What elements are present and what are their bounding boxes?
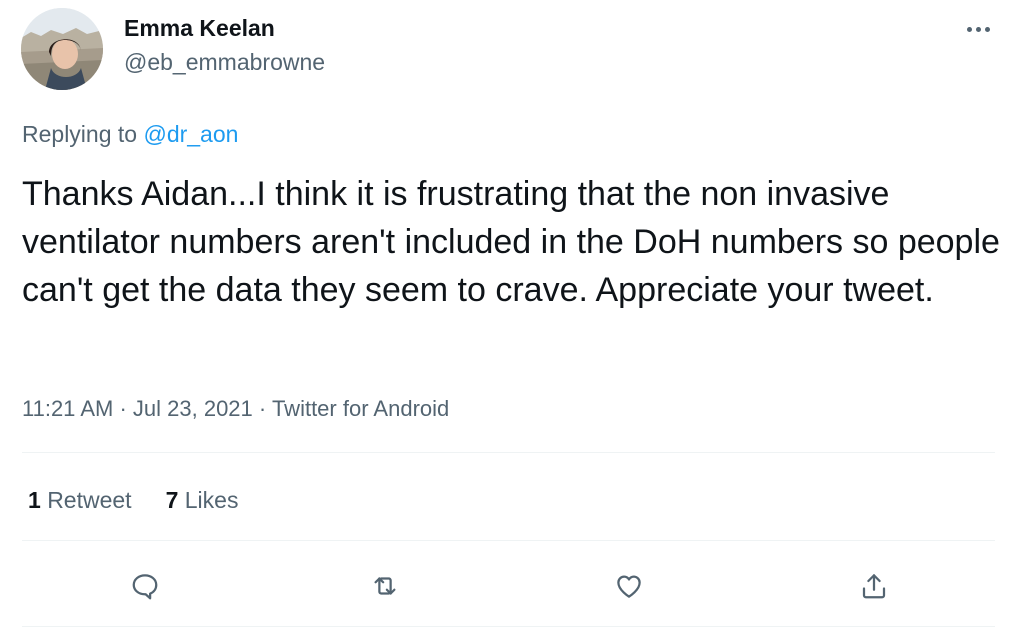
avatar-photo (21, 8, 103, 90)
more-options-icon[interactable] (958, 14, 998, 44)
replying-to-link[interactable]: @dr_aon (143, 121, 238, 147)
author-handle[interactable]: @eb_emmabrowne (124, 49, 325, 76)
tweet-time[interactable]: 11:21 AM (22, 396, 113, 421)
likes-stat[interactable]: 7 Likes (166, 487, 239, 514)
meta-separator: · (119, 396, 127, 421)
meta-separator: · (258, 396, 267, 421)
retweet-icon[interactable] (365, 566, 405, 606)
tweet-text: Thanks Aidan...I think it is frustrating… (22, 175, 1000, 309)
like-icon[interactable] (609, 566, 649, 606)
likes-count: 7 (165, 487, 179, 513)
retweets-count: 1 (28, 487, 41, 513)
reply-icon[interactable] (125, 566, 165, 606)
divider (22, 540, 995, 541)
tweet-date[interactable]: Jul 23, 2021 (133, 396, 253, 421)
avatar[interactable] (21, 8, 103, 90)
replying-to: Replying to @dr_aon (22, 121, 238, 148)
share-icon[interactable] (854, 566, 894, 606)
retweets-label: Retweet (47, 487, 132, 513)
divider (22, 626, 995, 627)
retweets-stat[interactable]: 1 Retweet (28, 487, 132, 514)
replying-prefix: Replying to (22, 121, 138, 147)
author-name[interactable]: Emma Keelan (124, 15, 275, 42)
tweet-meta: 11:21 AM · Jul 23, 2021 · Twitter for An… (22, 396, 449, 422)
tweet-source[interactable]: Twitter for Android (272, 396, 449, 421)
divider (22, 452, 995, 453)
tweet-stats: 1 Retweet 7 Likes (28, 487, 272, 514)
likes-label: Likes (184, 487, 239, 513)
